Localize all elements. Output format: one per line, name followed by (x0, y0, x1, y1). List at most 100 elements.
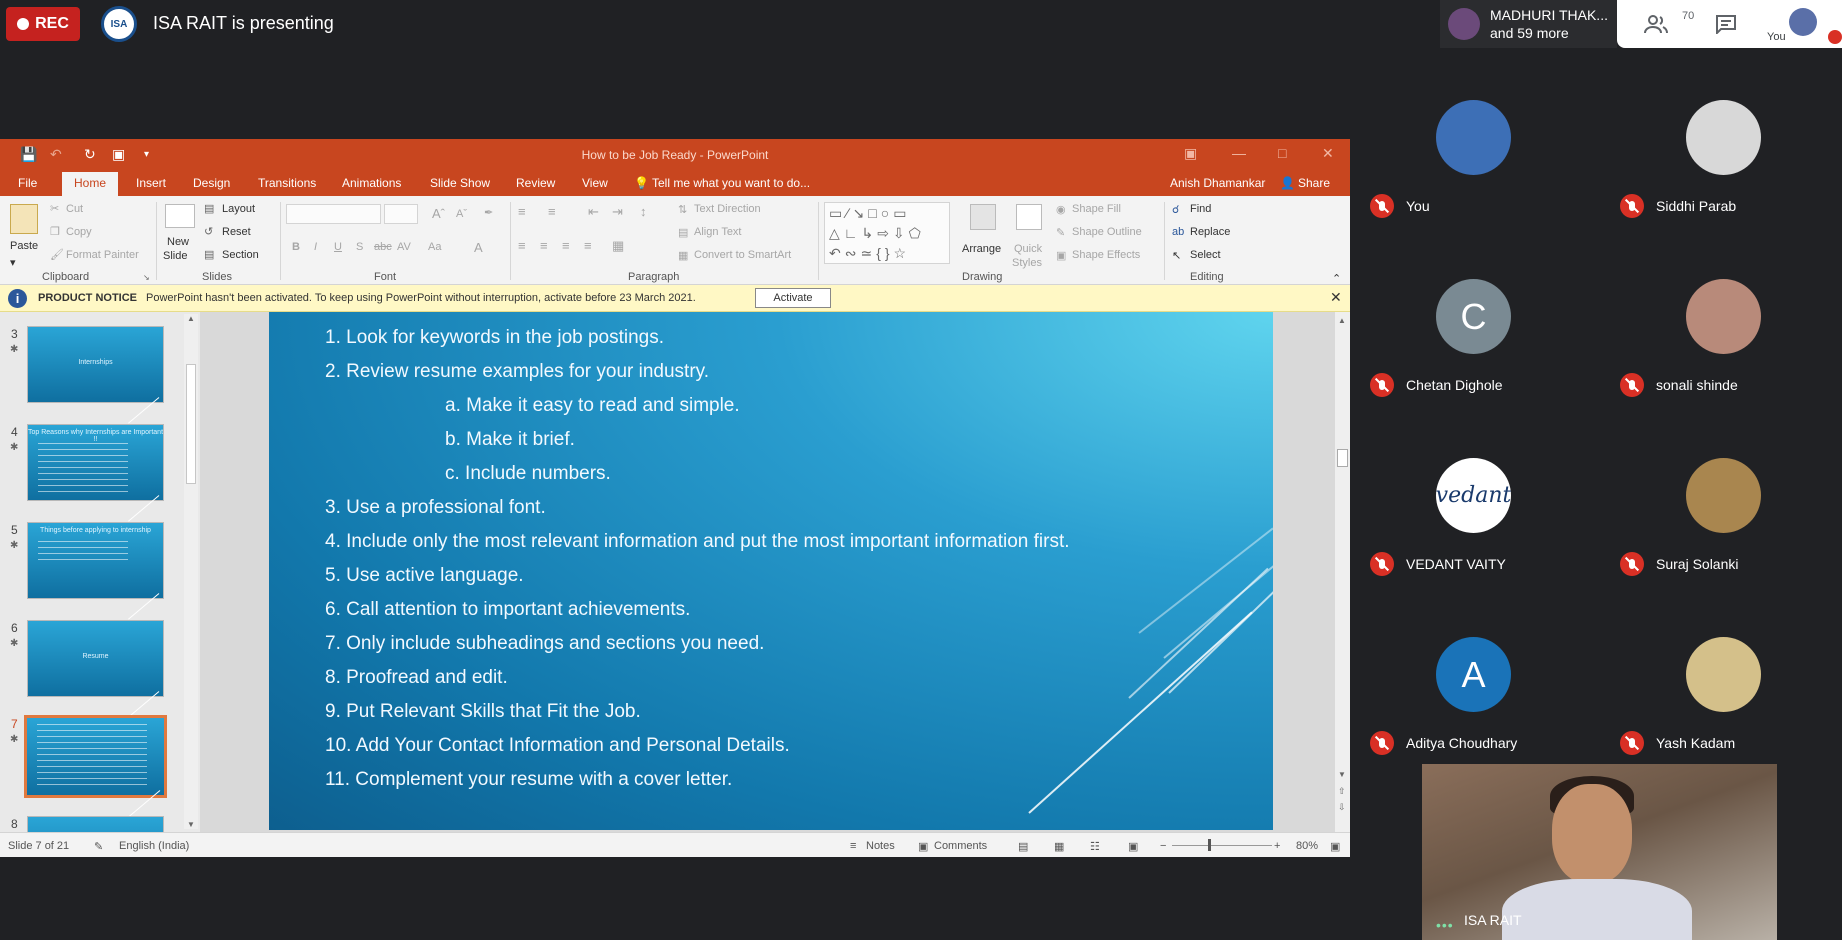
section-button[interactable]: Section (222, 249, 259, 261)
shape-outline-button[interactable]: Shape Outline (1072, 226, 1142, 238)
fit-slide-icon[interactable]: ▣ (1330, 840, 1340, 853)
spellcheck-icon[interactable]: ✎ (94, 840, 103, 853)
current-slide[interactable]: 1. Look for keywords in the job postings… (269, 312, 1273, 830)
text-direction-button[interactable]: Text Direction (694, 203, 761, 215)
tab-home[interactable]: Home (62, 172, 119, 196)
account-name[interactable]: Anish Dhamankar (1170, 176, 1265, 190)
tab-file[interactable]: File (18, 176, 37, 190)
self-avatar[interactable] (1789, 8, 1817, 36)
reading-view-icon[interactable]: ☷ (1090, 840, 1100, 853)
columns-icon[interactable]: ▦ (612, 238, 624, 254)
change-case-icon[interactable]: Aa (428, 241, 441, 253)
language-indicator[interactable]: English (India) (119, 840, 189, 852)
slide-sorter-icon[interactable]: ▦ (1054, 840, 1064, 853)
format-painter-button[interactable]: Format Painter (66, 249, 139, 261)
select-button[interactable]: Select (1190, 249, 1221, 261)
tab-slide-show[interactable]: Slide Show (430, 176, 490, 190)
zoom-in-icon[interactable]: + (1274, 840, 1280, 852)
tell-me-box[interactable]: Tell me what you want to do... (652, 176, 810, 190)
new-slide-button[interactable]: New (167, 236, 189, 248)
activate-button[interactable]: Activate (755, 288, 831, 308)
grow-font-icon[interactable]: Aˆ (432, 206, 445, 221)
scroll-down-icon[interactable]: ▼ (187, 820, 195, 829)
quick-styles-button[interactable]: Quick (1014, 243, 1042, 255)
scroll-up-icon[interactable]: ▲ (187, 314, 195, 323)
zoom-level[interactable]: 80% (1296, 840, 1318, 852)
line-spacing-icon[interactable]: ↕ (640, 204, 647, 219)
scrollbar-thumb[interactable] (186, 364, 196, 484)
increase-indent-icon[interactable]: ⇥ (612, 204, 623, 220)
new-slide-button-line2[interactable]: Slide (163, 250, 187, 262)
presenter-video-tile[interactable]: ••• ISA RAIT (1422, 764, 1777, 940)
replace-button[interactable]: Replace (1190, 226, 1230, 238)
numbering-icon[interactable]: ≡ (548, 204, 556, 219)
font-color-icon[interactable]: A (474, 240, 483, 255)
dialog-launcher-icon[interactable]: ↘ (143, 273, 150, 282)
close-icon[interactable]: ✕ (1322, 145, 1334, 162)
chevron-down-icon[interactable]: ▾ (10, 256, 16, 269)
bold-icon[interactable]: B (292, 241, 300, 253)
align-right-icon[interactable]: ≡ (562, 238, 570, 253)
arrange-icon[interactable] (970, 204, 996, 230)
find-button[interactable]: Find (1190, 203, 1211, 215)
clear-formatting-icon[interactable]: ✒ (484, 206, 493, 219)
convert-smartart-button[interactable]: Convert to SmartArt (694, 249, 791, 261)
share-button[interactable]: Share (1298, 176, 1330, 190)
tab-animations[interactable]: Animations (342, 176, 401, 190)
paste-icon[interactable] (10, 204, 38, 234)
people-icon[interactable] (1644, 12, 1668, 36)
slide-thumbnail[interactable]: Top Reasons why Internships are Importan… (27, 424, 164, 522)
slide-thumbnail[interactable]: Internships (27, 326, 164, 424)
slide-thumbnail[interactable]: Things before applying to internship (27, 522, 164, 620)
participants-chip[interactable]: MADHURI THAK... and 59 more (1440, 0, 1617, 48)
shape-effects-button[interactable]: Shape Effects (1072, 249, 1140, 261)
underline-icon[interactable]: U (334, 241, 342, 253)
new-slide-icon[interactable] (165, 204, 195, 228)
copy-button[interactable]: Copy (66, 226, 92, 238)
slide-thumbnail[interactable] (27, 816, 164, 832)
tab-transitions[interactable]: Transitions (258, 176, 316, 190)
italic-icon[interactable]: I (314, 241, 317, 253)
strikethrough-icon[interactable]: abc (374, 241, 392, 253)
font-name-box[interactable] (286, 204, 381, 224)
bullets-icon[interactable]: ≡ (518, 204, 526, 219)
slide-thumbnail[interactable]: Resume (27, 620, 164, 718)
normal-view-icon[interactable]: ▤ (1018, 840, 1028, 853)
zoom-slider-handle[interactable] (1208, 839, 1211, 851)
tab-design[interactable]: Design (193, 176, 230, 190)
tab-review[interactable]: Review (516, 176, 555, 190)
cut-button[interactable]: Cut (66, 203, 83, 215)
previous-slide-icon[interactable]: ⇧ (1338, 786, 1346, 797)
scroll-down-icon[interactable]: ▼ (1338, 770, 1346, 779)
editor-scrollbar[interactable] (1335, 312, 1350, 832)
minimize-icon[interactable]: — (1232, 145, 1246, 161)
reset-button[interactable]: Reset (222, 226, 251, 238)
ribbon-display-icon[interactable]: ▣ (1184, 145, 1197, 162)
align-text-button[interactable]: Align Text (694, 226, 742, 238)
decrease-indent-icon[interactable]: ⇤ (588, 204, 599, 220)
shapes-gallery[interactable]: ▭∕↘□○▭ △∟↳⇨⇩⬠ ↶∾≃{}☆ (824, 202, 950, 264)
tab-insert[interactable]: Insert (136, 176, 166, 190)
layout-button[interactable]: Layout (222, 203, 255, 215)
zoom-out-icon[interactable]: − (1160, 840, 1166, 852)
quick-styles-icon[interactable] (1016, 204, 1042, 230)
shrink-font-icon[interactable]: Aˇ (456, 208, 467, 220)
slide-thumbnail-selected[interactable] (24, 715, 167, 817)
shadow-icon[interactable]: S (356, 241, 363, 253)
chat-icon[interactable] (1714, 12, 1738, 36)
paste-button[interactable]: Paste (10, 240, 38, 252)
justify-icon[interactable]: ≡ (584, 238, 592, 253)
char-spacing-icon[interactable]: AV (397, 241, 411, 253)
next-slide-icon[interactable]: ⇩ (1338, 802, 1346, 813)
comments-button[interactable]: Comments (934, 840, 987, 852)
share-icon[interactable]: 👤 (1280, 176, 1295, 190)
font-size-box[interactable] (384, 204, 418, 224)
tab-view[interactable]: View (582, 176, 608, 190)
collapse-ribbon-icon[interactable]: ⌃ (1332, 272, 1341, 285)
slideshow-view-icon[interactable]: ▣ (1128, 840, 1138, 853)
arrange-button[interactable]: Arrange (962, 243, 1001, 255)
zoom-slider[interactable] (1172, 845, 1272, 846)
close-icon[interactable]: ✕ (1330, 289, 1342, 306)
shape-fill-button[interactable]: Shape Fill (1072, 203, 1121, 215)
scroll-up-icon[interactable]: ▲ (1338, 316, 1346, 325)
